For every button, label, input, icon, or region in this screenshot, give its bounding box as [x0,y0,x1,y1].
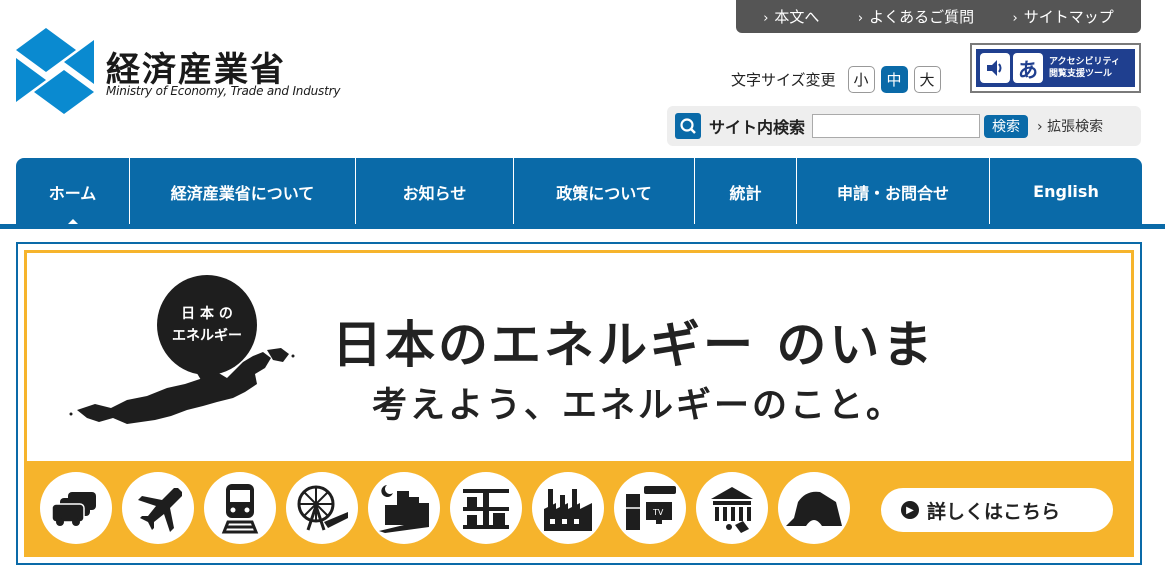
nav-about[interactable]: 経済産業省について [130,158,356,225]
search-button[interactable]: 検索 [984,114,1029,138]
global-nav: ホーム 経済産業省について お知らせ 政策について 統計 申請・お問合せ Eng… [16,158,1142,225]
energy-banner[interactable]: 日 本 の エネルギー 日本のエネルギー のいま 考えよう、エネルギーのこと。 [16,242,1142,565]
search-input[interactable] [812,114,981,138]
nav-home[interactable]: ホーム [16,158,130,225]
chevron-right-icon: › [857,11,864,26]
font-size-label: 文字サイズ変更 [731,70,836,89]
chevron-right-icon: › [1037,119,1043,135]
night-city-icon [368,472,440,544]
skip-to-content-link[interactable]: › 本文へ [763,6,819,27]
advanced-search-link[interactable]: › 拡張検索 [1037,116,1103,136]
house-icon [778,472,850,544]
accessibility-line2: 閲覧支援ツール [1049,69,1113,79]
accessibility-line1: アクセシビリティ [1049,57,1121,67]
search-icon [675,113,701,139]
sitemap-link[interactable]: › サイトマップ [1013,6,1114,27]
speaker-icon [980,53,1010,83]
energy-icons: TV [40,472,850,544]
page: › 本文へ › よくあるご質問 › サイトマップ 経済産業省 Ministry of … [0,0,1165,565]
site-logo[interactable]: 経済産業省 Ministry of Economy, Trade and Ind… [16,28,340,114]
banner-title: 日本のエネルギー のいま [332,316,936,374]
faq-link[interactable]: › よくあるご質問 [858,6,974,27]
logo-english-name: Ministry of Economy, Trade and Industry [106,84,341,98]
svg-text:TV: TV [652,508,664,517]
nav-english[interactable]: English [990,158,1142,225]
meti-logo-icon [16,28,94,114]
chevron-right-icon: › [763,11,769,26]
font-size-large-button[interactable]: 大 [913,65,941,93]
building-icon [696,472,768,544]
chevron-right-icon: ▶ [901,501,919,519]
details-button[interactable]: ▶ 詳しくはこちら [881,488,1113,532]
top-links: › 本文へ › よくあるご質問 › サイトマップ [736,0,1141,33]
chevron-right-icon: › [1012,11,1018,26]
appliances-icon: TV [614,472,686,544]
nav-news[interactable]: お知らせ [356,158,514,225]
nav-applications[interactable]: 申請・お問合せ [797,158,990,225]
car-icon [40,472,112,544]
font-size-control: 文字サイズ変更 小 中 大 [731,64,941,94]
airplane-icon [122,472,194,544]
site-search: サイト内検索 検索 › 拡張検索 [667,106,1141,146]
accessibility-tool-button[interactable]: あ アクセシビリティ 閲覧支援ツール [970,43,1141,93]
train-icon [204,472,276,544]
ferris-wheel-icon [286,472,358,544]
banner-subtitle: 考えよう、エネルギーのこと。 [372,386,905,426]
warehouse-icon [450,472,522,544]
nav-underline [0,224,1165,229]
search-label: サイト内検索 [709,118,806,137]
japan-map-icon [69,348,295,424]
font-size-medium-button[interactable]: 中 [880,65,908,93]
font-size-small-button[interactable]: 小 [847,65,875,93]
hiragana-a-icon: あ [1013,53,1043,83]
nav-statistics[interactable]: 統計 [695,158,797,225]
nav-policy[interactable]: 政策について [514,158,695,225]
factory-icon [532,472,604,544]
